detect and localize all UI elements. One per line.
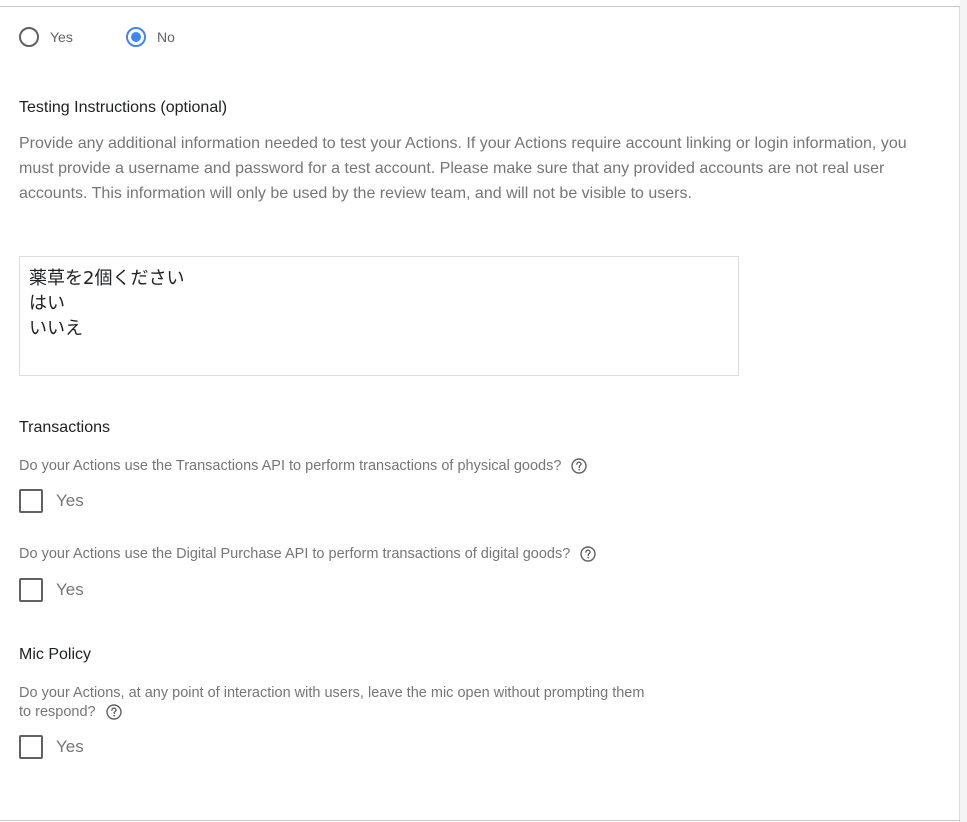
mic-policy-question-line2: to respond? bbox=[19, 704, 96, 720]
digital-goods-yes-label: Yes bbox=[56, 580, 84, 599]
radio-no-label: No bbox=[157, 29, 175, 45]
testing-instructions-heading: Testing Instructions (optional) bbox=[19, 99, 228, 116]
scrollbar-track[interactable] bbox=[960, 0, 967, 822]
radio-yes[interactable]: Yes bbox=[19, 25, 73, 49]
mic-policy-question-line1: Do your Actions, at any point of interac… bbox=[19, 685, 645, 701]
digital-goods-checkbox-box[interactable] bbox=[19, 578, 43, 602]
physical-goods-question-text: Do your Actions use the Transactions API… bbox=[19, 458, 562, 474]
mic-policy-checkbox-box[interactable] bbox=[19, 735, 43, 759]
digital-goods-question: Do your Actions use the Digital Purchase… bbox=[19, 544, 597, 564]
digital-goods-question-text: Do your Actions use the Digital Purchase… bbox=[19, 546, 571, 562]
radio-no-circle[interactable] bbox=[126, 27, 146, 47]
physical-goods-checkbox-box[interactable] bbox=[19, 489, 43, 513]
radio-yes-label: Yes bbox=[50, 29, 73, 45]
mic-policy-heading: Mic Policy bbox=[19, 646, 92, 663]
radio-yes-circle[interactable] bbox=[19, 27, 39, 47]
physical-goods-yes-label: Yes bbox=[56, 491, 84, 510]
testing-instructions-description: Provide any additional information neede… bbox=[19, 135, 907, 202]
mic-policy-question-line2-row: to respond? bbox=[19, 702, 644, 722]
testing-instructions-value[interactable]: 薬草を2個ください はい いいえ bbox=[29, 266, 184, 341]
help-circle-icon[interactable] bbox=[105, 704, 122, 720]
physical-goods-yes-checkbox[interactable]: Yes bbox=[19, 489, 84, 513]
top-divider bbox=[0, 6, 960, 7]
radio-no[interactable]: No bbox=[126, 25, 175, 49]
mic-policy-yes-label: Yes bbox=[56, 737, 84, 756]
digital-goods-yes-checkbox[interactable]: Yes bbox=[19, 578, 84, 602]
physical-goods-question: Do your Actions use the Transactions API… bbox=[19, 456, 588, 476]
bottom-divider bbox=[0, 820, 960, 821]
mic-policy-yes-checkbox[interactable]: Yes bbox=[19, 735, 84, 759]
help-circle-icon[interactable] bbox=[580, 546, 597, 562]
transactions-heading: Transactions bbox=[19, 419, 110, 436]
help-circle-icon[interactable] bbox=[571, 458, 588, 474]
directory-information-form: Yes No Testing Instructions (optional) P… bbox=[0, 0, 967, 822]
mic-policy-question: Do your Actions, at any point of interac… bbox=[19, 683, 644, 722]
testing-instructions-textarea[interactable]: 薬草を2個ください はい いいえ bbox=[19, 256, 739, 376]
